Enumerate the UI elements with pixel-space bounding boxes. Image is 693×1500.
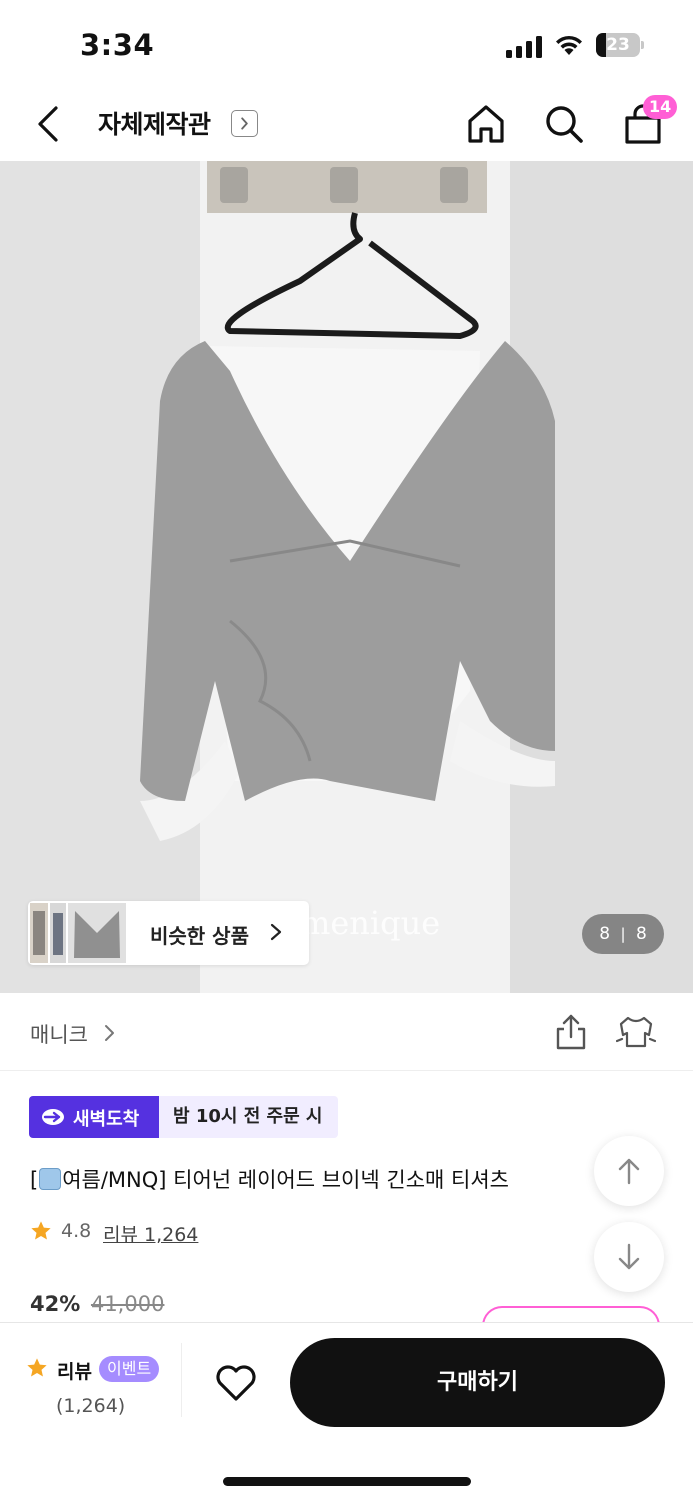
- arrow-down-icon: [618, 1243, 640, 1270]
- product-title-prefix: [: [30, 1168, 39, 1192]
- original-price: 41,000: [90, 1292, 165, 1316]
- brand-row: 매니크: [0, 993, 693, 1071]
- review-event-badge: 이벤트: [99, 1356, 160, 1382]
- image-watermark: menique: [300, 904, 441, 942]
- cellular-signal-icon: [506, 36, 542, 58]
- chevron-right-icon: [270, 923, 282, 941]
- nav-bar: 자체제작관 14: [0, 90, 693, 160]
- similar-products-button[interactable]: 비슷한 상품: [28, 901, 309, 965]
- scroll-to-bottom-button[interactable]: [594, 1222, 664, 1292]
- review-label: 리뷰: [57, 1361, 92, 1383]
- image-counter-current: 8: [599, 924, 611, 944]
- bottom-action-bar: 리뷰 이벤트 (1,264) 구매하기: [0, 1322, 693, 1500]
- battery-percent: 23: [606, 35, 630, 55]
- search-icon[interactable]: [542, 102, 586, 146]
- scroll-to-top-button[interactable]: [594, 1136, 664, 1206]
- star-icon: [31, 1221, 51, 1240]
- product-image[interactable]: menique 비슷한 상품 8 | 8: [0, 161, 693, 993]
- status-bar: 3:34 23: [0, 0, 693, 90]
- shop-link-chevron-icon[interactable]: [231, 110, 258, 137]
- product-title-text: 여름/MNQ] 티어넌 레이어드 브이넥 긴소매 티셔츠: [62, 1168, 509, 1192]
- price-row: 42% 41,000: [30, 1292, 164, 1316]
- battery-icon: 23: [596, 33, 644, 57]
- dawn-delivery-badge: 새벽도착: [29, 1096, 159, 1138]
- brand-name-link[interactable]: 매니크: [30, 1019, 88, 1049]
- rating-value: 4.8: [61, 1220, 92, 1242]
- home-icon[interactable]: [464, 102, 508, 146]
- review-count-link[interactable]: 리뷰 1,264: [103, 1220, 198, 1247]
- status-time: 3:34: [80, 28, 155, 62]
- similar-products-label: 비슷한 상품: [150, 924, 249, 948]
- review-summary[interactable]: 리뷰 이벤트 (1,264): [26, 1353, 176, 1423]
- image-counter: 8 | 8: [582, 914, 664, 954]
- fitting-icon[interactable]: [616, 1015, 656, 1049]
- wishlist-heart-button[interactable]: [214, 1361, 258, 1405]
- dawn-delivery-label: 새벽도착: [73, 1109, 140, 1130]
- image-counter-separator: |: [620, 925, 626, 943]
- home-indicator: [223, 1477, 471, 1486]
- review-count: (1,264): [56, 1395, 126, 1417]
- divider: [181, 1343, 182, 1417]
- product-title: [ 여름/MNQ] 티어넌 레이어드 브이넥 긴소매 티셔츠: [30, 1164, 605, 1194]
- arrow-up-icon: [618, 1158, 640, 1185]
- shop-title[interactable]: 자체제작관: [98, 105, 211, 141]
- product-photo: [0, 161, 693, 993]
- cart-count-badge: 14: [643, 95, 678, 119]
- share-icon[interactable]: [553, 1013, 589, 1051]
- discount-rate: 42%: [30, 1292, 81, 1316]
- buy-button[interactable]: 구매하기: [290, 1338, 665, 1427]
- delivery-arrow-icon: [42, 1109, 64, 1125]
- image-counter-total: 8: [635, 924, 647, 944]
- ice-cube-icon: [39, 1168, 62, 1190]
- wifi-icon: [556, 35, 582, 55]
- delivery-cutoff-note: 밤 10시 전 주문 시: [159, 1096, 339, 1138]
- similar-products-thumbnails: [30, 903, 126, 963]
- back-button[interactable]: [30, 104, 70, 144]
- chevron-right-icon[interactable]: [104, 1024, 116, 1042]
- star-icon: [27, 1358, 47, 1377]
